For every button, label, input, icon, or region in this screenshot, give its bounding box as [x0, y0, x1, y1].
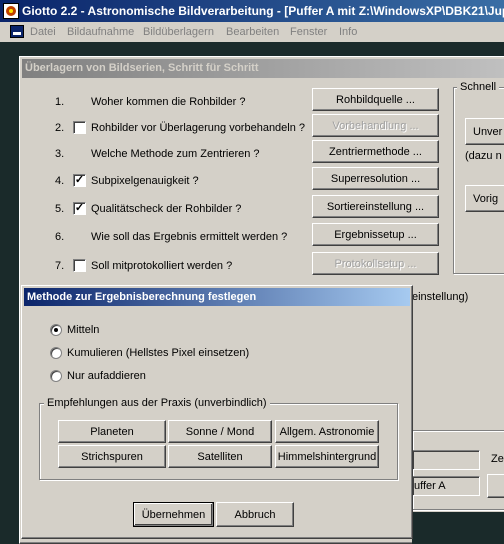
abbruch-button[interactable]: Abbruch — [216, 502, 294, 527]
result-method-titlebar: Methode zur Ergebnisberechnung festlegen — [24, 288, 410, 306]
app-title-bar: Giotto 2.2 - Astronomische Bildverarbeit… — [0, 0, 504, 22]
step-number: 3. — [55, 148, 65, 160]
menu-bar: Datei Bildaufnahme Bildüberlagern Bearbe… — [0, 22, 504, 42]
mdi-bottom-strip — [412, 512, 504, 544]
step-button[interactable]: Sortiereinstellung ... — [312, 195, 439, 218]
step-checkbox[interactable]: ✓ — [73, 174, 86, 187]
result-method-radio[interactable] — [50, 324, 62, 336]
preset-button[interactable]: Sonne / Mond — [168, 420, 272, 443]
step-button[interactable]: Vorbehandlung ... — [312, 114, 439, 137]
mdi-system-icon[interactable] — [10, 25, 24, 38]
step-button[interactable]: Ergebnissetup ... — [312, 223, 439, 246]
step-question: Welche Methode zum Zentrieren ? — [91, 148, 260, 160]
ubernehmen-button[interactable]: Übernehmen — [133, 502, 214, 527]
preset-button-label: Strichspuren — [81, 450, 143, 463]
partial-field-2: uffer A — [412, 476, 480, 496]
step-button-label: Vorbehandlung ... — [332, 119, 419, 132]
menu-bildaufnahme[interactable]: Bildaufnahme — [67, 26, 134, 38]
preset-button-label: Allgem. Astronomie — [279, 425, 375, 438]
quick-group-title: Schnell — [457, 81, 500, 93]
step-number: 6. — [55, 231, 65, 243]
preset-button[interactable]: Strichspuren — [58, 445, 166, 468]
partial-ze: Ze — [491, 453, 504, 465]
app-icon — [3, 3, 19, 19]
main-dialog-title: Überlagern von Bildserien, Schritt für S… — [25, 62, 259, 74]
ubernehmen-button-label: Übernehmen — [141, 508, 206, 521]
menu-fenster[interactable]: Fenster — [290, 26, 327, 38]
step-checkbox[interactable] — [73, 259, 86, 272]
step-question[interactable]: Soll mitprotokolliert werden ? — [91, 260, 232, 272]
step-button-label: Zentriermethode ... — [329, 145, 422, 158]
step-button-label: Protokollsetup ... — [334, 257, 417, 270]
abbruch-button-label: Abbruch — [234, 508, 276, 521]
preset-button[interactable]: Planeten — [58, 420, 166, 443]
step-checkbox[interactable] — [73, 121, 86, 134]
step-number: 5. — [55, 203, 65, 215]
quick-group — [453, 87, 504, 274]
vorige-button[interactable]: Vorig — [465, 185, 504, 212]
unverarbeitet-button-label: Unver — [473, 125, 503, 138]
partial-button[interactable] — [487, 474, 504, 498]
menu-bilduberlagern[interactable]: Bildüberlagern — [143, 26, 214, 38]
step-button[interactable]: Protokollsetup ... — [312, 252, 439, 275]
partial-field-1 — [412, 450, 480, 470]
preset-button-label: Himmelshintergrund — [277, 450, 377, 463]
preset-button[interactable]: Himmelshintergrund — [275, 445, 379, 468]
step-button[interactable]: Rohbildquelle ... — [312, 88, 439, 111]
step-question[interactable]: Qualitätscheck der Rohbilder ? — [91, 203, 241, 215]
lower-group — [412, 430, 504, 510]
preset-button-label: Sonne / Mond — [185, 425, 255, 438]
step-button-label: Sortiereinstellung ... — [326, 200, 425, 213]
step-button[interactable]: Zentriermethode ... — [312, 140, 439, 163]
result-method-title: Methode zur Ergebnisberechnung festlegen — [27, 291, 257, 303]
vorige-button-label: Vorig — [473, 192, 499, 205]
step-question[interactable]: Subpixelgenauigkeit ? — [91, 175, 199, 187]
result-method-option-label[interactable]: Nur aufaddieren — [67, 370, 146, 382]
app-title: Giotto 2.2 - Astronomische Bildverarbeit… — [22, 4, 504, 18]
preset-button[interactable]: Allgem. Astronomie — [275, 420, 379, 443]
right-note: (dazu n — [465, 150, 502, 162]
result-method-radio[interactable] — [50, 370, 62, 382]
result-method-radio[interactable] — [50, 347, 62, 359]
partial-puffer: uffer A — [414, 480, 446, 492]
preset-button-label: Satelliten — [197, 450, 243, 463]
step-checkbox[interactable]: ✓ — [73, 202, 86, 215]
result-method-option-label[interactable]: Mitteln — [67, 324, 99, 336]
menu-datei[interactable]: Datei — [30, 26, 56, 38]
step-question: Woher kommen die Rohbilder ? — [91, 96, 246, 108]
menu-bearbeiten[interactable]: Bearbeiten — [226, 26, 279, 38]
step-question[interactable]: Rohbilder vor Überlagerung vorbehandeln … — [91, 122, 305, 134]
step-button-label: Ergebnissetup ... — [334, 228, 417, 241]
result-method-option-label[interactable]: Kumulieren (Hellstes Pixel einsetzen) — [67, 347, 249, 359]
step-number: 2. — [55, 122, 65, 134]
preset-button[interactable]: Satelliten — [168, 445, 272, 468]
partial-einstellung: einstellung) — [412, 291, 469, 303]
step-question: Wie soll das Ergebnis ermittelt werden ? — [91, 231, 288, 243]
step-button-label: Superresolution ... — [330, 172, 421, 185]
step-number: 4. — [55, 175, 65, 187]
unverarbeitet-button[interactable]: Unver — [465, 118, 504, 145]
step-number: 7. — [55, 260, 65, 272]
menu-info[interactable]: Info — [339, 26, 357, 38]
main-dialog-titlebar: Überlagern von Bildserien, Schritt für S… — [22, 59, 504, 78]
preset-button-label: Planeten — [90, 425, 134, 438]
presets-group-title: Empfehlungen aus der Praxis (unverbindli… — [44, 397, 270, 409]
step-button-label: Rohbildquelle ... — [336, 93, 415, 106]
step-number: 1. — [55, 96, 65, 108]
step-button[interactable]: Superresolution ... — [312, 167, 439, 190]
